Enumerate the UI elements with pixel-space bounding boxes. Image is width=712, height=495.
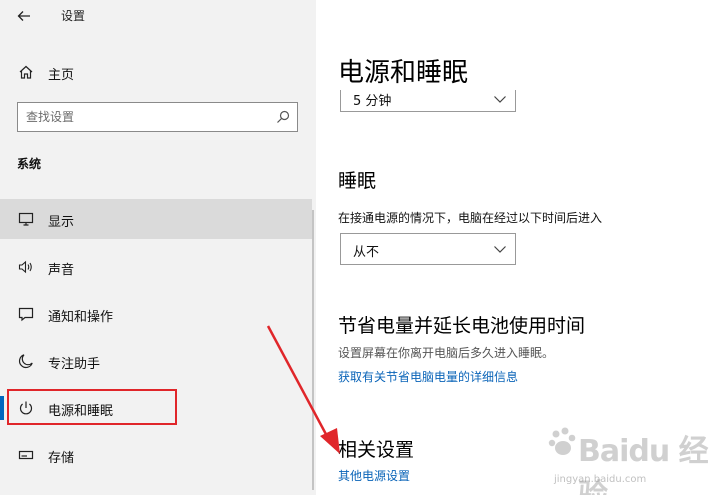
active-indicator (0, 396, 4, 420)
title-bar: 设置 (0, 0, 316, 32)
sleep-description: 在接通电源的情况下，电脑在经过以下时间后进入 (338, 211, 603, 225)
chevron-down-icon (494, 96, 506, 103)
back-arrow-icon (17, 11, 30, 21)
sleep-timeout-dropdown[interactable]: 从不 (340, 233, 516, 265)
sidebar-item-label: 主页 (48, 68, 75, 83)
sidebar-item-home[interactable]: 主页 (0, 56, 310, 88)
sidebar-item-label: 通知和操作 (48, 310, 114, 325)
battery-description: 设置屏幕在你离开电脑后多久进入睡眠。 (338, 346, 555, 360)
search-icon[interactable] (275, 109, 291, 125)
back-button[interactable] (14, 6, 34, 26)
search-box[interactable] (17, 102, 298, 132)
dropdown-value: 5 分钟 (353, 94, 392, 109)
screen-timeout-dropdown[interactable]: 5 分钟 (340, 90, 516, 112)
sidebar-item-display[interactable]: 显示 (0, 199, 312, 239)
other-power-settings-link[interactable]: 其他电源设置 (338, 467, 410, 484)
sleep-heading: 睡眠 (338, 170, 377, 192)
speaker-icon (17, 258, 35, 276)
battery-heading: 节省电量并延长电池使用时间 (338, 315, 586, 337)
sidebar-item-label: 存储 (48, 451, 75, 466)
home-icon (17, 63, 35, 81)
monitor-icon (17, 210, 35, 228)
sidebar-item-notifications[interactable]: 通知和操作 (0, 294, 312, 334)
sidebar-item-label: 声音 (48, 263, 75, 278)
sidebar-item-sound[interactable]: 声音 (0, 247, 312, 287)
sidebar: 设置 主页 系统 显示 声音 通知和操作 (0, 0, 316, 495)
main-content: 电源和睡眠 5 分钟 睡眠 在接通电源的情况下，电脑在经过以下时间后进入 从不 … (316, 0, 712, 495)
sidebar-item-storage[interactable]: 存储 (0, 435, 312, 475)
page-title: 电源和睡眠 (338, 58, 469, 88)
sidebar-item-label: 显示 (48, 215, 75, 230)
notification-icon (17, 305, 35, 323)
sidebar-scrollbar[interactable] (312, 210, 314, 490)
annotation-highlight-box (7, 389, 177, 425)
search-input[interactable] (26, 108, 266, 126)
moon-icon (17, 352, 35, 370)
chevron-down-icon (494, 246, 506, 253)
battery-info-link[interactable]: 获取有关节省电脑电量的详细信息 (338, 368, 518, 385)
sidebar-item-focus-assist[interactable]: 专注助手 (0, 341, 312, 381)
related-settings-heading: 相关设置 (338, 439, 415, 461)
section-label-system: 系统 (17, 157, 42, 171)
app-title: 设置 (61, 9, 86, 23)
storage-icon (17, 446, 35, 464)
dropdown-value: 从不 (353, 245, 380, 260)
sidebar-item-label: 专注助手 (48, 357, 101, 372)
